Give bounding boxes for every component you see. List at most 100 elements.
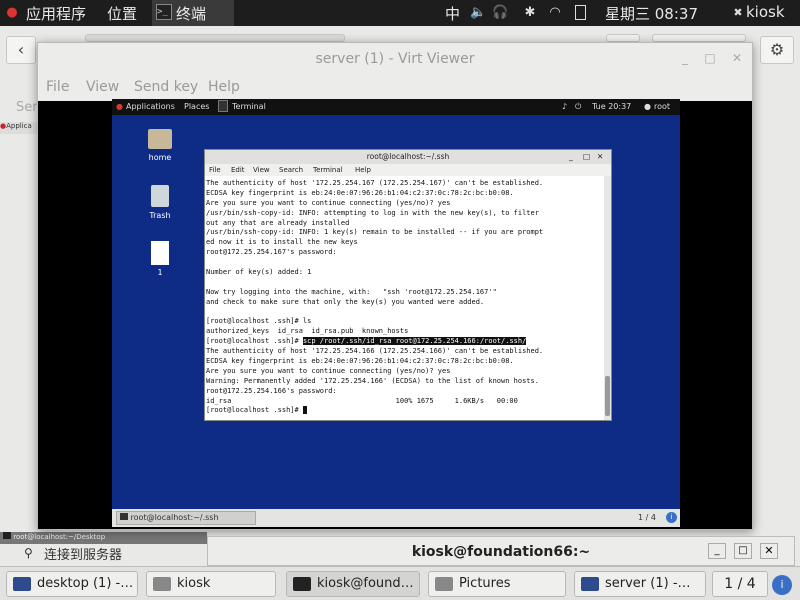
host-user-menu[interactable]: kiosk xyxy=(746,3,785,21)
maximize-icon[interactable]: □ xyxy=(734,543,752,559)
foundation-titlebar[interactable]: kiosk@foundation66:~ xyxy=(208,537,794,567)
user-icon: ✖ xyxy=(733,6,743,19)
desktop-icon-label: 1 xyxy=(157,268,163,277)
guest-pager[interactable]: 1 / 4 xyxy=(638,513,656,522)
close-icon[interactable]: ✕ xyxy=(730,51,744,65)
terminal-line-prompt: [root@localhost .ssh]# xyxy=(206,406,602,416)
bluetooth-icon[interactable]: ✱ xyxy=(522,5,538,21)
connect-server-label[interactable]: 连接到服务器 xyxy=(44,544,122,563)
volume-icon[interactable]: ♪ xyxy=(562,102,567,111)
terminal-prompt: [root@localhost .ssh]# xyxy=(206,406,303,415)
virt-viewer-title: server (1) - Virt Viewer xyxy=(315,51,475,67)
desktop-icon xyxy=(13,576,31,591)
task-server-virt-viewer[interactable]: server (1) -… xyxy=(574,571,706,597)
menu-file[interactable]: File xyxy=(46,79,69,95)
guest-terminal-app[interactable]: Terminal xyxy=(232,102,266,111)
guest-desktop[interactable]: ● Applications Places Terminal ♪ ⏻ Tue 2… xyxy=(112,99,680,527)
term-menu-search[interactable]: Search xyxy=(279,166,303,174)
foundation-terminal-window[interactable]: kiosk@foundation66:~ _ □ ✕ xyxy=(207,536,795,566)
host-active-app[interactable]: >_ 终端 xyxy=(152,0,234,26)
guest-terminal-window[interactable]: root@localhost:~/.ssh _ □ ✕ File Edit Vi… xyxy=(204,149,612,421)
workspace-pager[interactable]: 1 / 4 xyxy=(712,571,768,597)
redhat-icon: ● xyxy=(116,102,123,111)
desktop-trash-icon[interactable]: Trash xyxy=(140,185,180,220)
power-icon[interactable]: ⏻ xyxy=(575,102,581,112)
guest-applications-menu[interactable]: Applications xyxy=(126,102,175,111)
clipboard-icon[interactable] xyxy=(575,5,586,20)
host-clock[interactable]: 星期三 08:37 xyxy=(605,3,698,24)
background-app-strip: ●Applica xyxy=(0,122,37,134)
minimize-icon[interactable]: _ xyxy=(708,543,726,559)
task-label: Pictures xyxy=(459,576,511,591)
host-applications-menu[interactable]: 应用程序 xyxy=(26,3,86,24)
back-button[interactable]: ‹ xyxy=(6,36,36,64)
guest-task-terminal[interactable]: root@localhost:~/.ssh xyxy=(116,511,256,525)
menu-send-key[interactable]: Send key xyxy=(134,79,198,95)
guest-user-menu[interactable]: root xyxy=(654,102,670,111)
input-method-indicator[interactable]: 中 xyxy=(445,3,460,24)
terminal-line: ECDSA key fingerprint is eb:24:0e:07:96:… xyxy=(206,357,514,366)
terminal-line: The authenticity of host '172.25.254.167… xyxy=(206,179,544,187)
terminal-line: [root@localhost .ssh]# ls xyxy=(206,317,312,326)
guest-task-label: root@localhost:~/.ssh xyxy=(130,513,219,522)
maximize-icon[interactable]: □ xyxy=(703,51,717,65)
host-taskbar: desktop (1) -… kiosk kiosk@found… Pictur… xyxy=(0,566,800,600)
terminal-output[interactable]: The authenticity of host '172.25.254.167… xyxy=(205,176,603,420)
terminal-line: authorized_keys id_rsa id_rsa.pub known_… xyxy=(206,327,409,336)
term-menu-terminal[interactable]: Terminal xyxy=(313,166,343,174)
volume-icon[interactable]: 🔈 xyxy=(470,5,486,21)
wifi-icon[interactable]: ◠ xyxy=(547,5,563,21)
task-pictures[interactable]: Pictures xyxy=(428,571,566,597)
desktop-home-icon[interactable]: home xyxy=(140,129,180,162)
path-bar xyxy=(85,34,345,42)
guest-clock[interactable]: Tue 20:37 xyxy=(592,102,631,111)
guest-top-bar: ● Applications Places Terminal ♪ ⏻ Tue 2… xyxy=(112,99,680,115)
term-menu-view[interactable]: View xyxy=(253,166,270,174)
terminal-icon xyxy=(293,576,311,591)
settings-gear-icon[interactable]: ⚙ xyxy=(760,36,794,64)
scrollbar-thumb[interactable] xyxy=(605,376,610,416)
file-icon xyxy=(151,241,169,265)
terminal-scrollbar[interactable] xyxy=(604,176,611,420)
trash-icon xyxy=(151,185,169,207)
maximize-icon[interactable]: □ xyxy=(583,150,590,164)
term-menu-help[interactable]: Help xyxy=(355,166,371,174)
terminal-line: The authenticity of host '172.25.254.166… xyxy=(206,347,544,356)
desktop-file-icon[interactable]: 1 xyxy=(140,241,180,277)
close-icon[interactable]: ✕ xyxy=(760,543,778,559)
menu-help[interactable]: Help xyxy=(208,79,240,95)
sort-button[interactable] xyxy=(652,34,746,42)
menu-view[interactable]: View xyxy=(86,79,119,95)
virt-viewer-titlebar[interactable]: server (1) - Virt Viewer _ □ ✕ xyxy=(38,43,752,75)
host-places-menu[interactable]: 位置 xyxy=(107,3,137,24)
term-menu-edit[interactable]: Edit xyxy=(231,166,245,174)
minimize-icon[interactable]: _ xyxy=(678,51,692,65)
task-kiosk-foundation[interactable]: kiosk@found… xyxy=(286,571,420,597)
terminal-line: Warning: Permanently added '172.25.254.1… xyxy=(206,376,539,385)
task-desktop[interactable]: desktop (1) -… xyxy=(6,571,138,597)
task-kiosk[interactable]: kiosk xyxy=(146,571,276,597)
guest-taskbar: root@localhost:~/.ssh 1 / 4 i xyxy=(112,509,680,527)
term-menu-file[interactable]: File xyxy=(209,166,221,174)
close-icon[interactable]: ✕ xyxy=(597,150,603,164)
file-manager-icon xyxy=(153,576,171,591)
desktop-icon-label: home xyxy=(148,153,172,162)
terminal-icon xyxy=(218,100,228,112)
connect-server-icon[interactable]: ⚲ xyxy=(24,546,33,560)
task-label: kiosk@found… xyxy=(317,576,414,591)
terminal-titlebar[interactable]: root@localhost:~/.ssh _ □ ✕ xyxy=(205,150,611,164)
minimize-icon[interactable]: _ xyxy=(569,150,573,164)
background-app-label: Applica xyxy=(6,122,32,130)
view-button[interactable] xyxy=(606,34,640,42)
task-label: kiosk xyxy=(177,576,211,591)
guest-places-menu[interactable]: Places xyxy=(184,102,209,111)
terminal-icon xyxy=(120,513,128,520)
terminal-line: id_rsa 100% 1675 1.6KB/s 00:00 xyxy=(206,396,518,405)
terminal-title: root@localhost:~/.ssh xyxy=(366,152,450,161)
info-icon[interactable]: i xyxy=(666,512,677,523)
info-icon[interactable]: i xyxy=(772,575,792,595)
terminal-line: ECDSA key fingerprint is eb:24:0e:07:96:… xyxy=(206,188,514,197)
